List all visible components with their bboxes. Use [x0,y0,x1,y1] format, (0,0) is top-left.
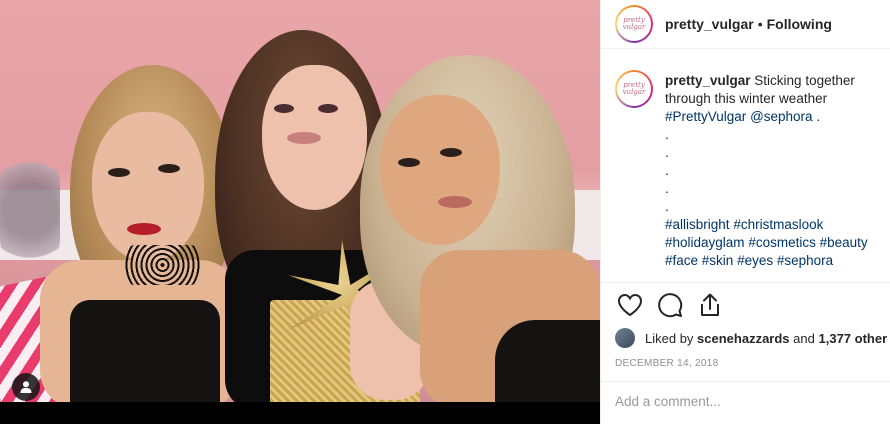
likes-count[interactable]: 1,377 other [819,331,888,346]
comments-section[interactable]: pretty vulgar pretty_vulgar Sticking tog… [601,60,890,282]
caption-comment: pretty vulgar pretty_vulgar Sticking tog… [615,60,890,270]
heart-icon [617,293,643,316]
caption-line-2: through this winter weather [665,91,828,106]
post-date[interactable]: DECEMBER 14, 2018 [615,358,718,369]
share-button[interactable] [695,290,725,320]
header-username[interactable]: pretty_vulgar [665,16,754,32]
caption-text: pretty_vulgar Sticking together through … [665,72,887,270]
caption-hashtag[interactable]: #PrettyVulgar [665,109,746,124]
photo-glove-right [495,320,600,402]
photo-bottom-strip [0,402,600,424]
photo-top-left [70,300,220,402]
comment-button[interactable] [655,290,685,320]
follow-status-button[interactable]: Following [767,16,832,32]
caption-hashtag[interactable]: #allisbright [665,217,730,232]
post-photo[interactable] [0,0,600,402]
caption-hashtag[interactable]: #eyes [737,253,773,268]
caption-username[interactable]: pretty_vulgar [665,73,751,88]
avatar-logo: pretty vulgar [617,72,651,106]
avatar[interactable]: pretty vulgar [615,70,653,108]
header-separator: • [757,16,763,32]
caption-dot: . [665,145,669,160]
add-comment-area [601,381,890,424]
caption-dot: . [665,163,669,178]
caption-hashtag[interactable]: #sephora [777,253,833,268]
share-icon [701,293,719,316]
photo-face-left [92,112,204,262]
caption-hashtag[interactable]: #skin [702,253,734,268]
caption-dot: . [665,127,669,142]
caption-line-1: Sticking together [754,73,855,88]
photo-eye [274,104,294,113]
likes-summary: Liked by scenehazzards and 1,377 other [615,326,890,350]
post-side-panel: pretty vulgar pretty_vulgar • Following pr… [600,0,890,424]
caption-hashtag[interactable]: #holidayglam [665,235,745,250]
likes-prefix: Liked by [645,330,694,346]
photo-eye [158,164,180,173]
caption-hashtag[interactable]: #christmaslook [733,217,823,232]
avatar[interactable]: pretty vulgar [615,5,653,43]
tag-people-button[interactable] [12,373,40,401]
like-button[interactable] [615,290,645,320]
photo-lips [438,196,472,208]
caption-trail: . [816,109,821,124]
photo-choker [125,245,200,285]
caption-mention[interactable]: @sephora [750,109,813,124]
likes-joiner: and [793,330,815,346]
avatar-logo: pretty vulgar [617,7,651,41]
caption-dot: . [665,181,669,196]
comment-input[interactable] [615,394,877,409]
caption-hashtag[interactable]: #cosmetics [748,235,816,250]
photo-eye [108,168,130,177]
caption-dot: . [665,199,669,214]
user-tag-icon [20,381,32,393]
photo-tinsel [0,150,60,270]
caption-hashtag[interactable]: #beauty [820,235,868,250]
header-text: pretty_vulgar • Following [665,16,832,32]
photo-eye [398,158,420,167]
photo-eye [318,104,338,113]
comment-icon [658,292,683,317]
photo-lips [127,223,161,235]
photo-face-right [380,95,500,245]
photo-eye [440,148,462,157]
caption-hashtag[interactable]: #face [665,253,698,268]
post-header: pretty vulgar pretty_vulgar • Following [601,0,890,49]
photo-lips [287,132,321,144]
liker-username[interactable]: scenehazzards [697,331,790,346]
liker-avatar[interactable] [615,328,635,348]
post-actions [601,282,890,326]
